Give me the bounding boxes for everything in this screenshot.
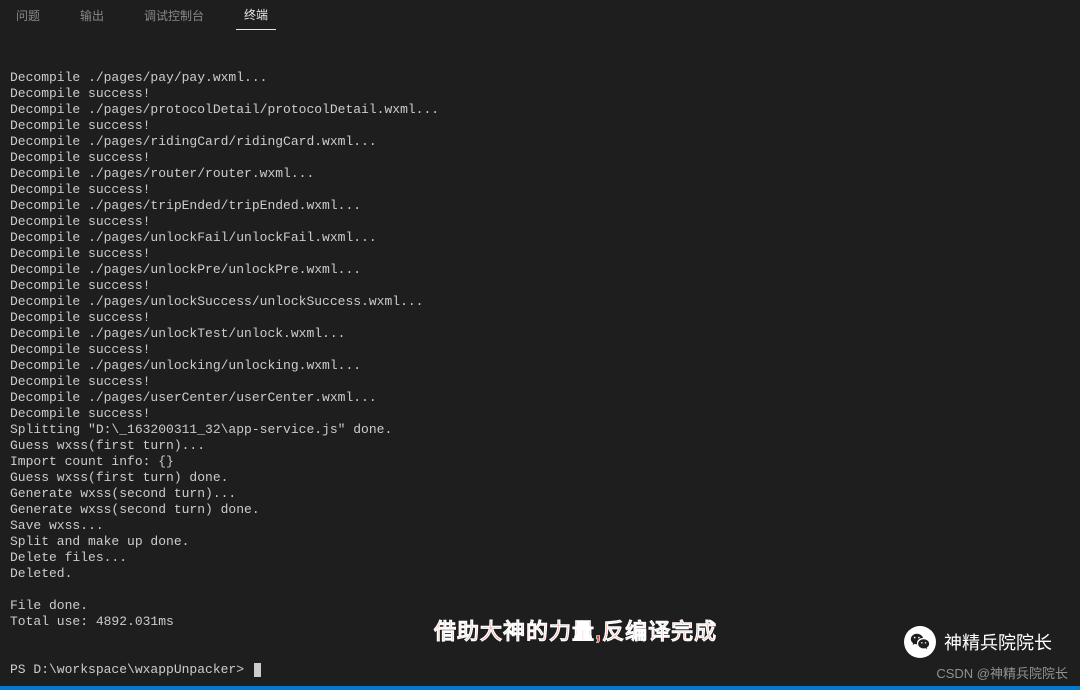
terminal-line: Decompile success! — [10, 310, 1070, 326]
terminal-line: Decompile success! — [10, 278, 1070, 294]
tab-debug-console[interactable]: 调试控制台 — [136, 1, 212, 30]
terminal-cursor — [254, 663, 261, 677]
terminal-line: Splitting "D:\_163200311_32\app-service.… — [10, 422, 1070, 438]
terminal-line: Decompile success! — [10, 406, 1070, 422]
terminal-line: Save wxss... — [10, 518, 1070, 534]
terminal-line: Decompile success! — [10, 246, 1070, 262]
terminal-line: Decompile ./pages/protocolDetail/protoco… — [10, 102, 1070, 118]
terminal-line: Decompile success! — [10, 118, 1070, 134]
terminal-line — [10, 582, 1070, 598]
terminal-output[interactable]: Decompile ./pages/pay/pay.wxml...Decompi… — [0, 30, 1080, 690]
terminal-line: Guess wxss(first turn)... — [10, 438, 1070, 454]
terminal-line: Decompile ./pages/tripEnded/tripEnded.wx… — [10, 198, 1070, 214]
tab-terminal[interactable]: 终端 — [236, 0, 276, 30]
terminal-line: Generate wxss(second turn)... — [10, 486, 1070, 502]
terminal-line: Total use: 4892.031ms — [10, 614, 1070, 630]
terminal-line: Decompile ./pages/unlocking/unlocking.wx… — [10, 358, 1070, 374]
terminal-line: Decompile ./pages/unlockFail/unlockFail.… — [10, 230, 1070, 246]
terminal-line: Decompile success! — [10, 374, 1070, 390]
terminal-line: Decompile success! — [10, 342, 1070, 358]
terminal-line: Decompile success! — [10, 214, 1070, 230]
status-bar — [0, 686, 1080, 690]
terminal-line: Decompile success! — [10, 150, 1070, 166]
terminal-line: Decompile ./pages/ridingCard/ridingCard.… — [10, 134, 1070, 150]
terminal-line: Delete files... — [10, 550, 1070, 566]
tab-problems[interactable]: 问题 — [8, 1, 48, 30]
terminal-line: Import count info: {} — [10, 454, 1070, 470]
terminal-line: Decompile success! — [10, 182, 1070, 198]
terminal-line: Split and make up done. — [10, 534, 1070, 550]
terminal-line: Generate wxss(second turn) done. — [10, 502, 1070, 518]
terminal-line: Guess wxss(first turn) done. — [10, 470, 1070, 486]
terminal-line: Deleted. — [10, 566, 1070, 582]
terminal-line: File done. — [10, 598, 1070, 614]
terminal-line: Decompile ./pages/unlockTest/unlock.wxml… — [10, 326, 1070, 342]
panel-tabs: 问题 输出 调试控制台 终端 — [0, 0, 1080, 30]
terminal-prompt-row[interactable]: PS D:\workspace\wxappUnpacker> — [10, 662, 1070, 678]
terminal-line: Decompile ./pages/unlockSuccess/unlockSu… — [10, 294, 1070, 310]
terminal-line: Decompile ./pages/unlockPre/unlockPre.wx… — [10, 262, 1070, 278]
tab-output[interactable]: 输出 — [72, 1, 112, 30]
terminal-line: Decompile ./pages/router/router.wxml... — [10, 166, 1070, 182]
terminal-prompt: PS D:\workspace\wxappUnpacker> — [10, 662, 252, 678]
terminal-line: Decompile ./pages/pay/pay.wxml... — [10, 70, 1070, 86]
terminal-line: Decompile ./pages/userCenter/userCenter.… — [10, 390, 1070, 406]
terminal-line: Decompile success! — [10, 86, 1070, 102]
